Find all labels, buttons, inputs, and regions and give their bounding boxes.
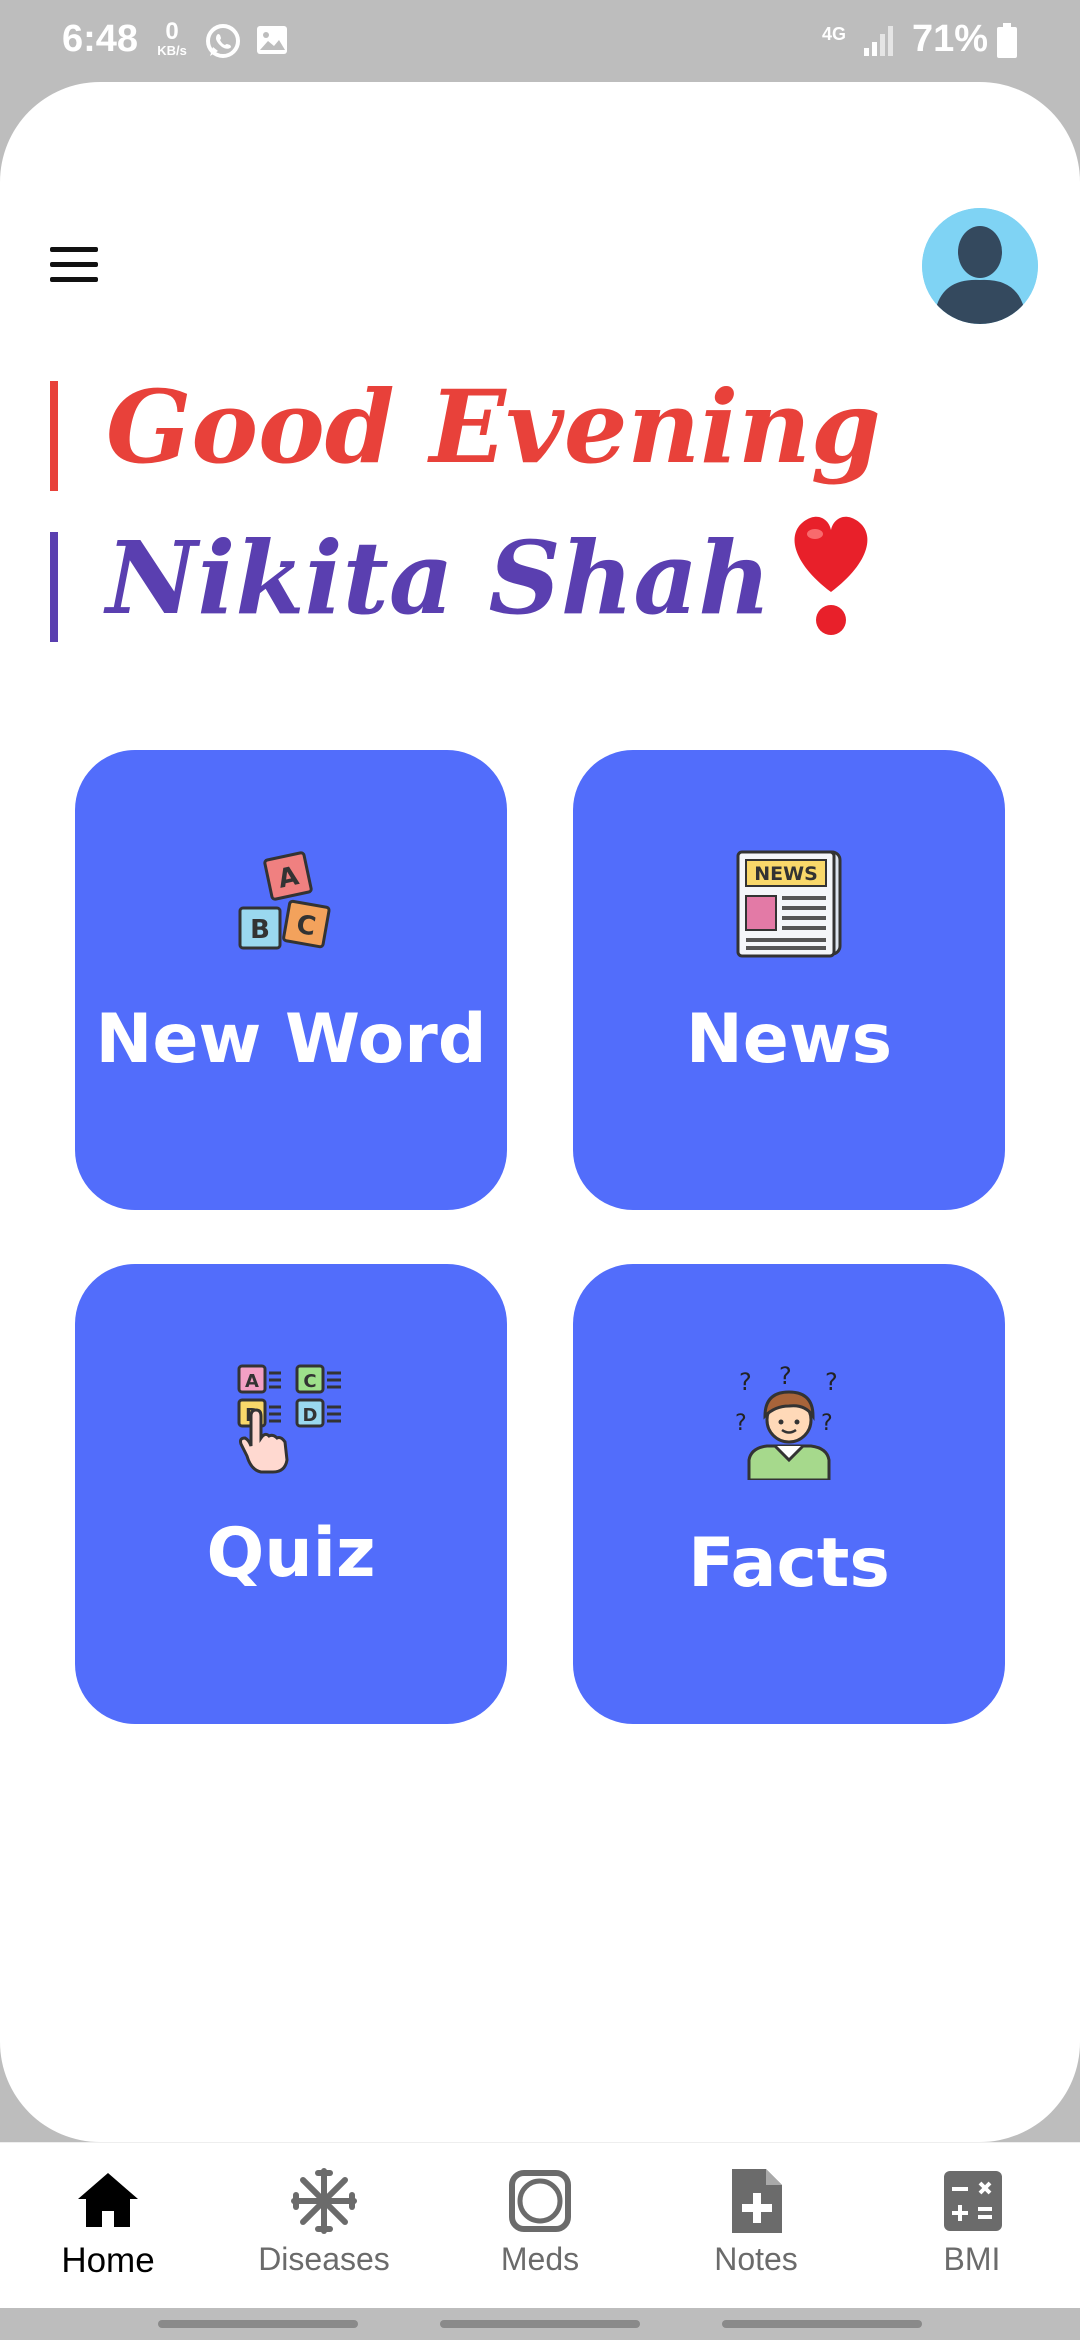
quiz-tile[interactable]: A C B D Quiz	[75, 1264, 507, 1724]
add-note-icon	[720, 2165, 792, 2237]
svg-text:D: D	[303, 1405, 318, 1426]
nav-label: Meds	[500, 2241, 580, 2277]
greeting-accent-bar	[50, 381, 58, 492]
news-tile[interactable]: NEWS News	[573, 750, 1005, 1210]
svg-text:?: ?	[739, 1368, 752, 1396]
nav-bmi[interactable]: BMI	[864, 2143, 1080, 2309]
name-accent-bar	[50, 532, 58, 642]
nav-label: BMI	[943, 2241, 1001, 2277]
svg-text:NEWS: NEWS	[754, 863, 818, 885]
back-handle[interactable]	[722, 2320, 922, 2328]
tile-label: New Word	[95, 1000, 487, 1079]
status-bar: 6:48 0 KB/s 4G 71%	[0, 0, 1080, 82]
virus-icon	[288, 2165, 360, 2237]
hamburger-icon[interactable]	[50, 247, 98, 283]
bottom-nav: Home Diseases Meds Notes BMI	[0, 2142, 1080, 2308]
svg-text:C: C	[303, 1371, 316, 1392]
svg-text:?: ?	[779, 1364, 792, 1390]
user-name: Nikita Shah	[106, 518, 771, 637]
battery-icon	[996, 22, 1018, 64]
svg-text:?: ?	[821, 1411, 833, 1436]
greeting-line: Good Evening	[50, 362, 881, 492]
nav-label: Diseases	[258, 2241, 390, 2277]
signal-icon	[862, 22, 896, 62]
greeting-text: Good Evening	[106, 368, 881, 486]
thinking-person-icon: ? ? ? ? ?	[731, 1362, 847, 1484]
abc-blocks-icon: A B C	[236, 846, 346, 960]
network-speed-unit: KB/s	[157, 43, 187, 58]
svg-text:?: ?	[735, 1411, 747, 1436]
tile-label: Facts	[688, 1524, 890, 1603]
network-speed: 0 KB/s	[152, 18, 192, 58]
avatar[interactable]	[922, 208, 1038, 324]
nav-meds[interactable]: Meds	[432, 2143, 648, 2309]
nav-label: Home	[61, 2241, 155, 2280]
newspaper-icon: NEWS	[732, 846, 846, 964]
home-handle[interactable]	[440, 2320, 640, 2328]
tile-label: Quiz	[206, 1514, 376, 1593]
nav-home[interactable]: Home	[0, 2143, 216, 2309]
pill-icon	[504, 2165, 576, 2237]
svg-text:A: A	[245, 1371, 259, 1392]
network-type: 4G	[822, 24, 847, 44]
network-speed-value: 0	[165, 18, 179, 45]
recent-apps-handle[interactable]	[158, 2320, 358, 2328]
svg-text:?: ?	[825, 1368, 838, 1396]
status-time: 6:48	[62, 18, 139, 60]
battery-percent: 71%	[911, 18, 988, 60]
main-card: Good Evening Nikita Shah A B C New Word	[0, 82, 1080, 2142]
whatsapp-icon	[204, 22, 242, 64]
gallery-icon	[254, 22, 290, 62]
new-word-tile[interactable]: A B C New Word	[75, 750, 507, 1210]
gesture-bar	[0, 2308, 1080, 2340]
nav-notes[interactable]: Notes	[648, 2143, 864, 2309]
quiz-options-icon: A C B D	[233, 1360, 349, 1480]
tile-label: News	[685, 1000, 893, 1079]
svg-text:B: B	[250, 915, 270, 945]
calculator-icon	[936, 2165, 1008, 2237]
heart-exclamation-icon	[781, 502, 881, 672]
facts-tile[interactable]: ? ? ? ? ? Facts	[573, 1264, 1005, 1724]
nav-label: Notes	[714, 2241, 798, 2277]
home-icon	[72, 2165, 144, 2237]
nav-diseases[interactable]: Diseases	[216, 2143, 432, 2309]
user-name-line: Nikita Shah	[50, 502, 881, 672]
